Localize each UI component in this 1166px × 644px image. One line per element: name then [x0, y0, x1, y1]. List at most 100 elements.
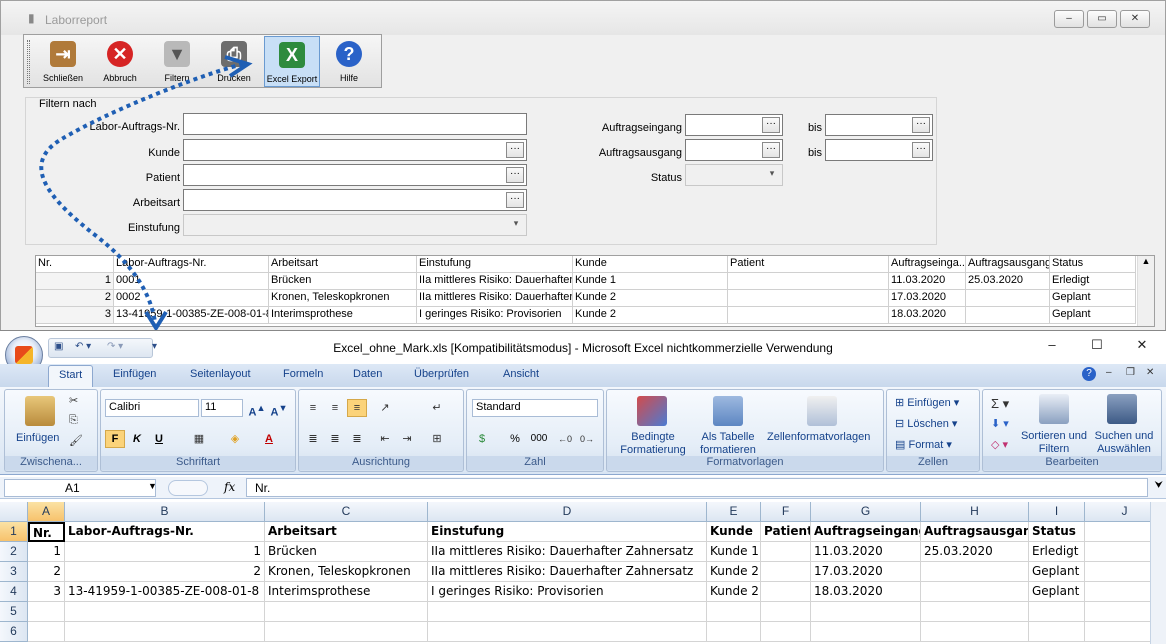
font-name-select[interactable]: Calibri — [105, 399, 199, 417]
grid-scrollbar[interactable]: ▲ — [1137, 256, 1154, 326]
cut-icon[interactable]: ✂ — [69, 394, 78, 407]
sheet-cell[interactable]: Auftragseingang — [811, 522, 921, 542]
sheet-cell[interactable] — [428, 602, 707, 622]
date-picker-button[interactable]: ··· — [912, 117, 930, 133]
formula-input[interactable]: Nr. — [246, 478, 1148, 497]
toolbar-grip[interactable] — [27, 40, 30, 84]
grid-cell[interactable]: 18.03.2020 — [889, 307, 966, 324]
sheet-cell[interactable] — [761, 622, 811, 642]
column-header[interactable]: B — [65, 502, 265, 522]
schliessen-button[interactable]: ⇥ Schließen — [36, 36, 90, 87]
grid-cell[interactable]: 17.03.2020 — [889, 290, 966, 307]
grid-cell[interactable]: Geplant — [1050, 290, 1136, 307]
hilfe-button[interactable]: ? Hilfe — [322, 36, 376, 87]
expand-formula-bar-icon[interactable]: ⮟ — [1155, 480, 1164, 491]
sheet-cell[interactable] — [761, 602, 811, 622]
maximize-button[interactable]: ☐ — [1082, 337, 1112, 357]
col-header[interactable]: Patient — [728, 256, 889, 273]
font-color-icon[interactable]: A — [259, 430, 279, 448]
date-picker-button[interactable]: ··· — [912, 142, 930, 158]
merge-cells-icon[interactable]: ⊞ — [427, 430, 447, 448]
grid-cell[interactable]: 3 — [36, 307, 114, 324]
tab-seitenlayout[interactable]: Seitenlayout — [190, 368, 251, 380]
row-header[interactable]: 2 — [0, 542, 28, 562]
close-button[interactable]: ✕ — [1120, 10, 1150, 28]
sheet-cell[interactable]: Kunde — [707, 522, 761, 542]
grid-cell[interactable]: I geringes Risiko: Provisorien — [417, 307, 573, 324]
sheet-cell[interactable]: Interimsprothese — [265, 582, 428, 602]
sheet-cell[interactable] — [265, 622, 428, 642]
einstufung-select[interactable]: ▾ — [183, 214, 527, 236]
sheet-cell[interactable]: Patient — [761, 522, 811, 542]
sheet-cell[interactable]: 1 — [65, 542, 265, 562]
grid-cell[interactable]: Kunde 1 — [573, 273, 728, 290]
sheet-cell[interactable] — [761, 582, 811, 602]
auftragseingang-to-input[interactable]: ··· — [825, 114, 933, 136]
sheet-cell[interactable]: 3 — [28, 582, 65, 602]
chevron-down-icon[interactable]: ▼ — [148, 481, 157, 491]
sheet-cell[interactable] — [921, 562, 1029, 582]
tab-einfuegen[interactable]: Einfügen — [113, 368, 156, 380]
sheet-cell[interactable]: Brücken — [265, 542, 428, 562]
close-button[interactable]: ✕ — [1127, 337, 1157, 357]
column-header[interactable]: G — [811, 502, 921, 522]
vertical-scrollbar[interactable] — [1150, 502, 1166, 644]
sheet-cell[interactable] — [921, 602, 1029, 622]
grid-cell[interactable]: Interimsprothese — [269, 307, 417, 324]
sheet-cell[interactable]: I geringes Risiko: Provisorien — [428, 582, 707, 602]
sheet-cell[interactable]: Einstufung — [428, 522, 707, 542]
paste-button[interactable]: Einfügen — [16, 432, 59, 444]
clear-icon[interactable]: ◇ ▾ — [991, 438, 1008, 451]
kunde-lookup-button[interactable]: ··· — [506, 142, 524, 158]
grid-cell[interactable]: 25.03.2020 — [966, 273, 1050, 290]
sheet-cell[interactable] — [761, 542, 811, 562]
grid-cell[interactable]: IIa mittleres Risiko: Dauerhafter Z — [417, 273, 573, 290]
help-icon[interactable]: ? — [1082, 367, 1096, 381]
date-picker-button[interactable]: ··· — [762, 117, 780, 133]
sheet-cell[interactable] — [1029, 602, 1085, 622]
conditional-formatting-button[interactable]: Bedingte Formatierung — [611, 431, 695, 457]
tab-ueberpruefen[interactable]: Überprüfen — [414, 368, 469, 380]
bold-button[interactable]: F — [105, 430, 125, 448]
sheet-cell[interactable]: 17.03.2020 — [811, 562, 921, 582]
sheet-cell[interactable]: Arbeitsart — [265, 522, 428, 542]
sheet-cell[interactable]: IIa mittleres Risiko: Dauerhafter Zahner… — [428, 542, 707, 562]
column-header[interactable]: A — [28, 502, 65, 522]
labor-auftrags-nr-input[interactable] — [183, 113, 527, 135]
tab-formeln[interactable]: Formeln — [283, 368, 323, 380]
function-icon[interactable]: fx — [224, 480, 235, 494]
align-left-icon[interactable]: ≣ — [303, 430, 323, 448]
align-middle-icon[interactable]: ≡ — [325, 399, 345, 417]
sheet-cell[interactable]: Kunde 2 — [707, 562, 761, 582]
delete-cells-button[interactable]: ⊟ Löschen ▾ — [895, 417, 957, 430]
autosum-icon[interactable]: Σ ▾ — [991, 396, 1009, 412]
sheet-cell[interactable]: Erledigt — [1029, 542, 1085, 562]
paste-icon[interactable] — [25, 396, 55, 426]
col-header[interactable]: Status — [1050, 256, 1136, 273]
sheet-cell[interactable] — [811, 622, 921, 642]
column-header[interactable]: F — [761, 502, 811, 522]
sort-filter-button[interactable]: Sortieren und Filtern — [1019, 430, 1089, 456]
arbeitsart-input[interactable]: ··· — [183, 189, 527, 211]
format-painter-icon[interactable]: 🖌 — [69, 434, 83, 447]
sheet-cell[interactable] — [761, 562, 811, 582]
sheet-cell[interactable] — [428, 622, 707, 642]
grid-cell[interactable] — [728, 273, 889, 290]
thousands-button[interactable]: 000 — [527, 430, 551, 448]
sheet-cell[interactable] — [265, 602, 428, 622]
auftragsausgang-to-input[interactable]: ··· — [825, 139, 933, 161]
tab-daten[interactable]: Daten — [353, 368, 382, 380]
grid-cell[interactable]: IIa mittleres Risiko: Dauerhafter Z — [417, 290, 573, 307]
percent-button[interactable]: % — [505, 430, 525, 448]
grid-cell[interactable]: 0002 — [114, 290, 269, 307]
sheet-cell[interactable]: 13-41959-1-00385-ZE-008-01-8 — [65, 582, 265, 602]
decrease-decimal-icon[interactable]: 0→ — [577, 430, 597, 448]
grid-cell[interactable] — [966, 307, 1050, 324]
align-right-icon[interactable]: ≣ — [347, 430, 367, 448]
grid-cell[interactable]: 11.03.2020 — [889, 273, 966, 290]
grid-cell[interactable] — [966, 290, 1050, 307]
grid-row[interactable]: 1 0001 Brücken IIa mittleres Risiko: Dauerh… — [36, 273, 1136, 290]
grid-cell[interactable]: Brücken — [269, 273, 417, 290]
column-header[interactable]: C — [265, 502, 428, 522]
row-header[interactable]: 5 — [0, 602, 28, 622]
